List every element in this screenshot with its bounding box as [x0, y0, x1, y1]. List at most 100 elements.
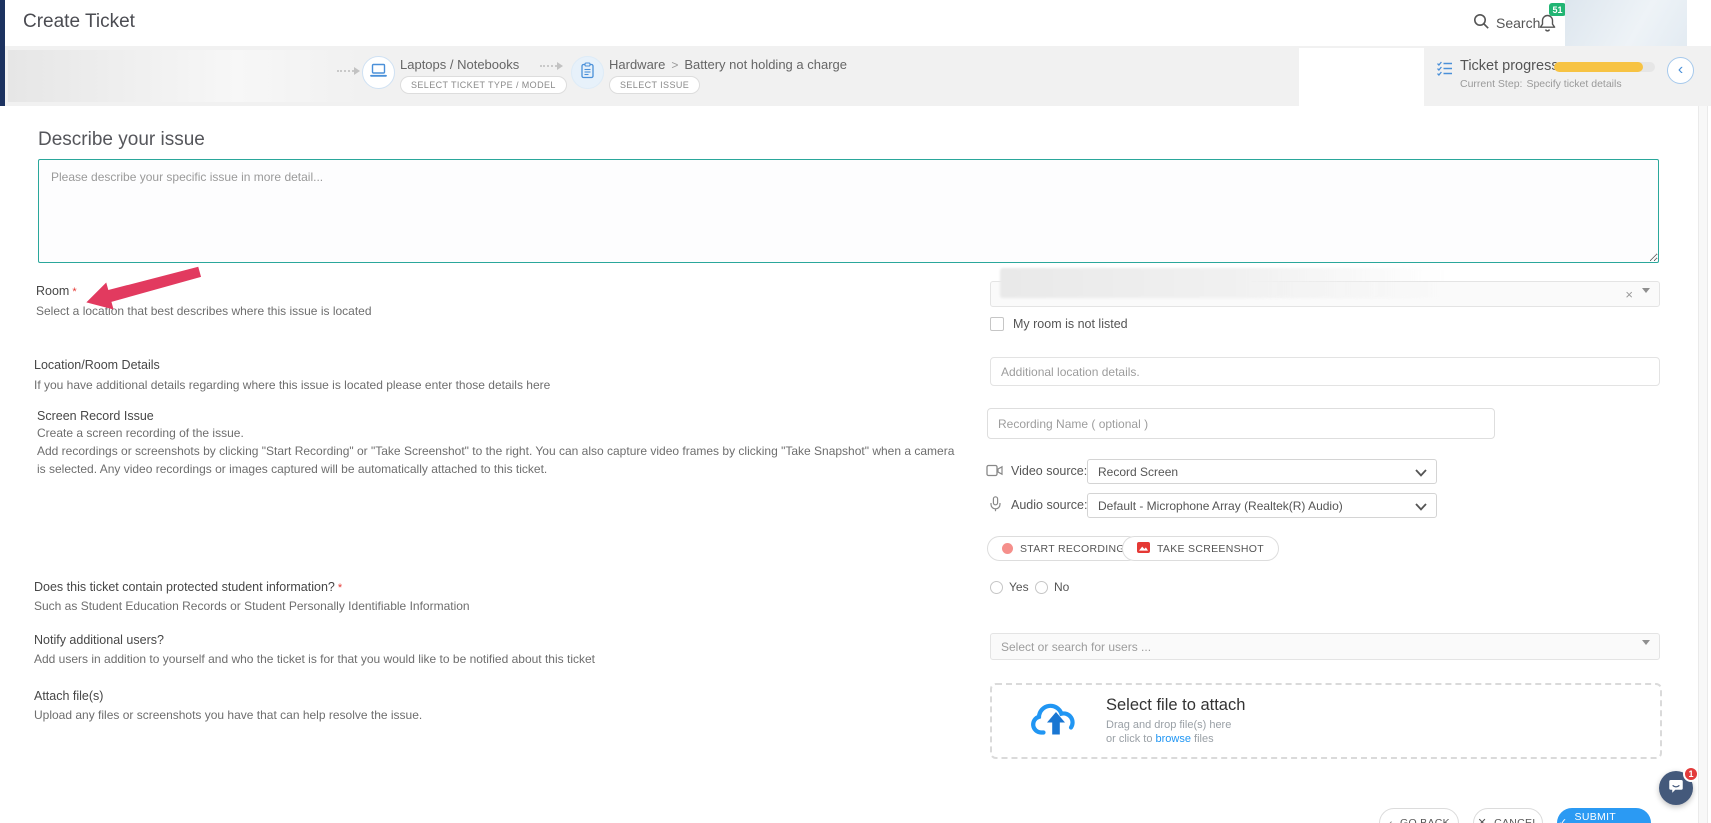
step-issue-title[interactable]: Hardware > Battery not holding a charge: [609, 57, 847, 72]
dropzone-line2: or click to browse files: [1106, 732, 1245, 746]
step-type-model[interactable]: [362, 56, 395, 89]
start-recording-label: START RECORDING: [1020, 542, 1125, 555]
create-ticket-page: Create Ticket Search 51 Laptops / Notebo…: [0, 0, 1711, 823]
room-value-redacted: [1000, 268, 1445, 298]
radio-unselected[interactable]: [990, 580, 1003, 594]
chevron-down-icon[interactable]: [1642, 640, 1650, 663]
issue-category: Hardware: [609, 57, 666, 72]
notify-users-select[interactable]: Select or search for users ...: [990, 633, 1660, 663]
ticket-progress-fill: [1554, 62, 1643, 72]
notification-badge: 51: [1549, 3, 1566, 16]
top-header: Create Ticket Search 51: [0, 0, 1711, 46]
checklist-icon: [1436, 60, 1453, 81]
current-step-label: Current Step:: [1460, 78, 1523, 90]
current-step-text: Current Step: Specify ticket details: [1460, 78, 1622, 90]
page-title: Create Ticket: [23, 11, 135, 32]
clear-icon[interactable]: ×: [1625, 288, 1633, 301]
microphone-icon: [989, 496, 1002, 517]
location-details-input[interactable]: [990, 357, 1660, 386]
go-back-label: GO BACK: [1400, 817, 1450, 823]
protected-yes-radio[interactable]: Yes: [990, 580, 1029, 594]
clipboard-icon: [580, 61, 595, 84]
annotation-arrow: [86, 266, 202, 310]
audio-source-select[interactable]: Default - Microphone Array (Realtek(R) A…: [1087, 493, 1437, 518]
search-label: Search: [1496, 15, 1541, 31]
video-camera-icon: [986, 464, 1003, 482]
scrollbar[interactable]: [1698, 106, 1708, 823]
cloud-upload-icon: [1030, 699, 1082, 744]
submit-label: SUBMIT TICKET: [1574, 811, 1616, 823]
radio-unselected[interactable]: [1035, 580, 1048, 594]
protected-info-description: Such as Student Education Records or Stu…: [34, 599, 470, 613]
video-source-select[interactable]: Record Screen: [1087, 459, 1437, 484]
ticket-progress-title: Ticket progress: [1460, 58, 1559, 74]
chat-unread-badge: 1: [1683, 766, 1699, 782]
location-details-description: If you have additional details regarding…: [34, 378, 551, 392]
screenshot-image-icon: [1137, 541, 1150, 556]
progress-panel-redacted: [1299, 48, 1424, 106]
protected-info-label-text: Does this ticket contain protected stude…: [34, 580, 335, 594]
attach-files-description: Upload any files or screenshots you have…: [34, 708, 423, 722]
screen-record-description-1: Create a screen recording of the issue.: [37, 426, 244, 440]
user-area-redacted[interactable]: [1565, 0, 1687, 46]
step-type-model-pill[interactable]: SELECT TICKET TYPE / MODEL: [400, 76, 567, 94]
step-issue-pill[interactable]: SELECT ISSUE: [609, 76, 701, 94]
take-screenshot-button[interactable]: TAKE SCREENSHOT: [1122, 536, 1279, 561]
video-source-value: Record Screen: [1098, 464, 1179, 479]
notify-users-description: Add users in addition to yourself and wh…: [34, 652, 595, 666]
check-icon: ✓: [1558, 816, 1568, 823]
chevron-down-icon[interactable]: [1642, 288, 1650, 311]
notifications-button[interactable]: [1538, 13, 1557, 38]
take-screenshot-label: TAKE SCREENSHOT: [1157, 542, 1264, 555]
screen-record-description-2: Add recordings or screenshots by clickin…: [37, 444, 955, 476]
dropzone-line2-prefix: or click to: [1106, 733, 1156, 745]
step-issue[interactable]: [571, 56, 604, 89]
protected-no-radio[interactable]: No: [1035, 580, 1069, 594]
go-back-button[interactable]: ‹ GO BACK: [1379, 808, 1459, 823]
record-dot-icon: [1002, 543, 1013, 554]
notify-users-label: Notify additional users?: [34, 633, 164, 647]
dropzone-text: Select file to attach Drag and drop file…: [1106, 696, 1245, 746]
collapse-progress-button[interactable]: ‹: [1667, 57, 1694, 84]
section-heading: Describe your issue: [38, 129, 205, 150]
dropzone-line2-suffix: files: [1190, 733, 1214, 745]
required-asterisk: *: [337, 582, 343, 594]
cancel-button[interactable]: ✕ CANCEL: [1473, 808, 1543, 823]
submit-ticket-button[interactable]: ✓ SUBMIT TICKET: [1557, 808, 1651, 823]
checkbox-unchecked[interactable]: [990, 317, 1004, 331]
issue-description-textarea[interactable]: [38, 159, 1659, 263]
room-not-listed-label: My room is not listed: [1013, 317, 1128, 331]
location-details-label: Location/Room Details: [34, 358, 160, 372]
search-button[interactable]: Search: [1473, 13, 1540, 33]
protected-info-label: Does this ticket contain protected stude…: [34, 580, 342, 594]
file-dropzone[interactable]: Select file to attach Drag and drop file…: [990, 683, 1662, 759]
no-label: No: [1054, 580, 1070, 594]
room-label: Room *: [36, 284, 77, 298]
cancel-label: CANCEL: [1494, 817, 1539, 823]
audio-source-value: Default - Microphone Array (Realtek(R) A…: [1098, 498, 1343, 513]
issue-name: Battery not holding a charge: [684, 57, 847, 72]
step-connector-arrow: [337, 67, 360, 75]
video-source-label: Video source:: [1011, 464, 1088, 478]
room-label-text: Room: [36, 284, 70, 298]
current-step-value: Specify ticket details: [1526, 78, 1622, 90]
start-recording-button[interactable]: START RECORDING: [987, 536, 1140, 561]
dropzone-title: Select file to attach: [1106, 696, 1246, 714]
ticket-wizard-band: [0, 46, 1711, 106]
recording-name-input[interactable]: [987, 408, 1495, 439]
required-asterisk: *: [72, 286, 77, 298]
step-type-model-title[interactable]: Laptops / Notebooks: [400, 57, 519, 72]
ticket-progress-bar: [1554, 62, 1655, 72]
screen-record-label: Screen Record Issue: [37, 409, 154, 423]
nav-accent-strip: [0, 0, 5, 106]
yes-label: Yes: [1009, 580, 1029, 594]
chevron-down-icon: [1415, 469, 1427, 477]
audio-source-label: Audio source:: [1011, 498, 1088, 512]
browse-link[interactable]: browse: [1156, 733, 1191, 745]
laptop-icon: [370, 63, 387, 83]
wizard-step-redacted: [8, 50, 360, 102]
room-not-listed-checkbox-row[interactable]: My room is not listed: [990, 317, 1128, 331]
attach-files-label: Attach file(s): [34, 689, 104, 703]
close-icon: ✕: [1477, 816, 1488, 823]
search-icon: [1473, 13, 1490, 33]
